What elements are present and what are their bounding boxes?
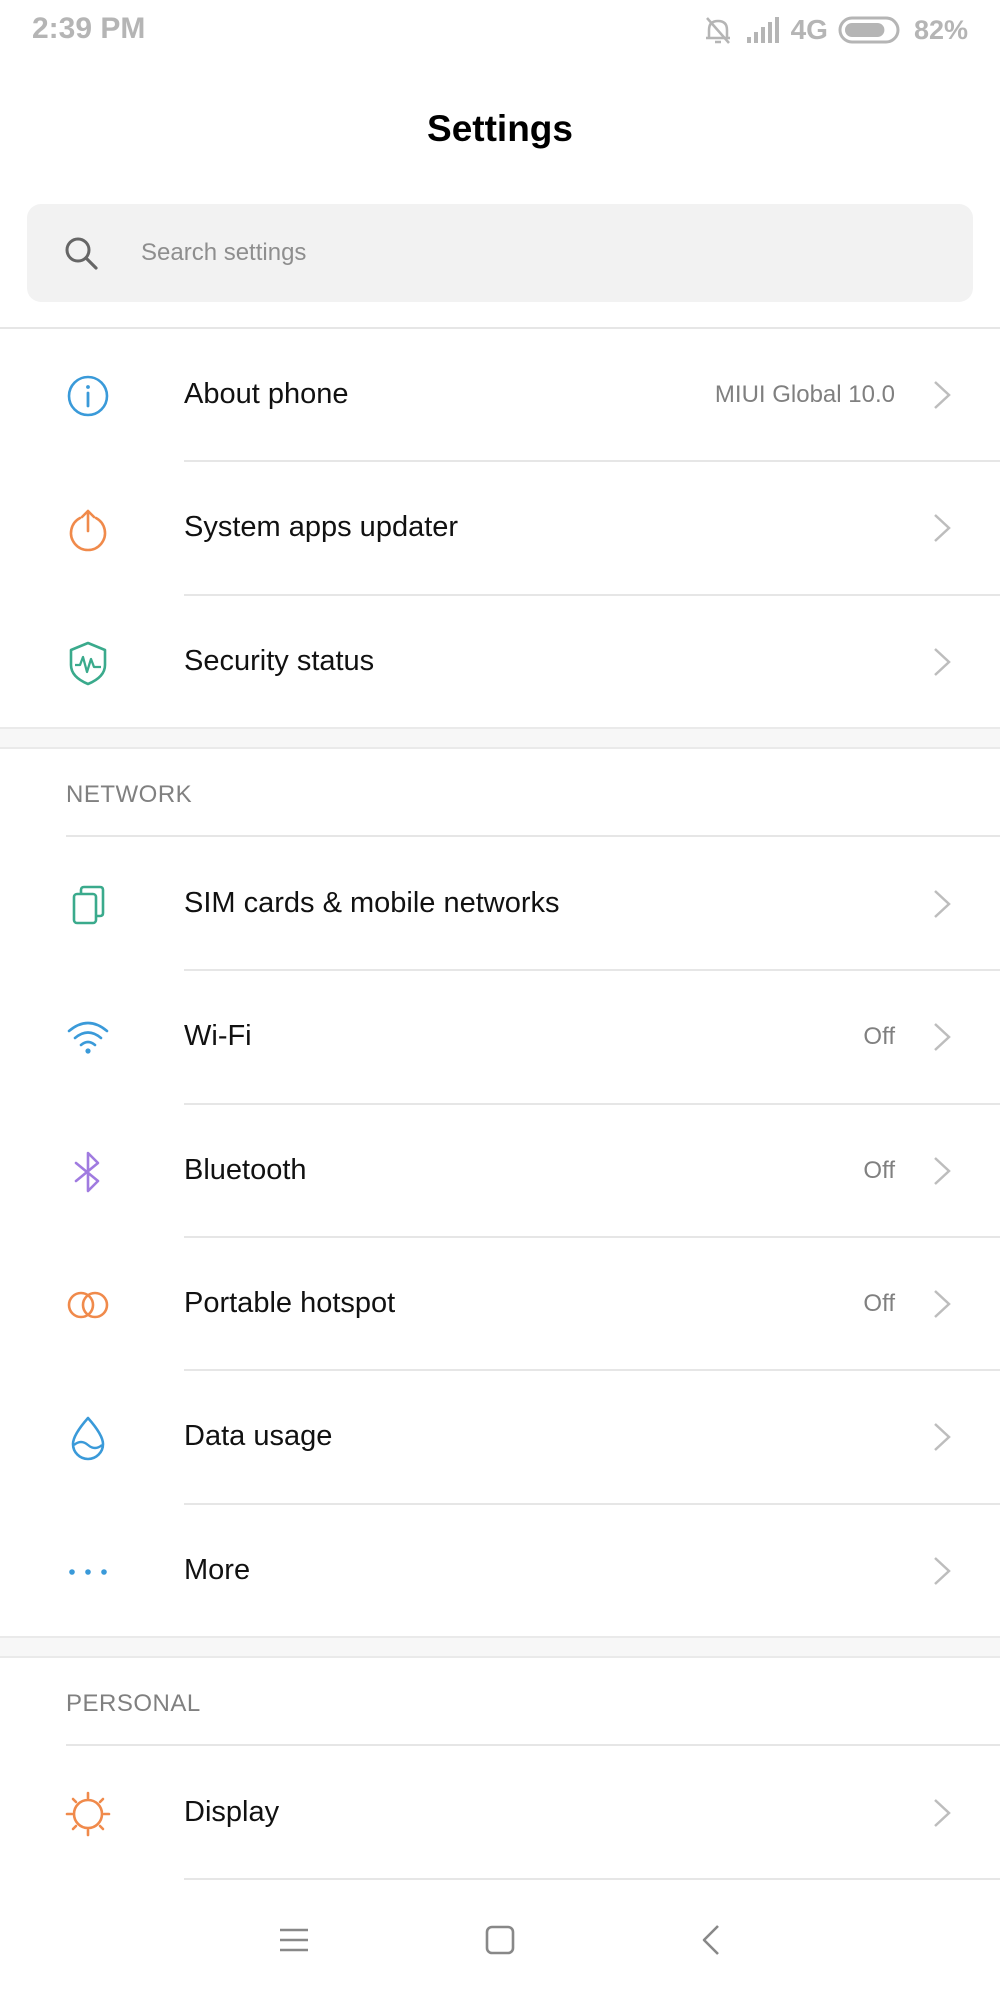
back-button[interactable] — [681, 1910, 741, 1970]
about-phone-item[interactable]: About phone MIUI Global 10.0 — [0, 328, 1000, 461]
battery-percent: 82% — [913, 14, 968, 45]
upload-icon — [69, 509, 107, 552]
wifi-item[interactable]: Wi-Fi Off — [0, 970, 1000, 1103]
chevron-right-icon — [934, 890, 951, 918]
bluetooth-item[interactable]: Bluetooth Off — [0, 1104, 1000, 1237]
wifi-icon — [67, 1021, 109, 1054]
chevron-right-icon — [934, 648, 951, 676]
more-icon — [69, 1569, 107, 1575]
sim-icon — [72, 885, 105, 925]
item-label: Data usage — [184, 1420, 333, 1452]
section-separator — [0, 1636, 1000, 1658]
item-label: Bluetooth — [184, 1154, 307, 1186]
battery-icon — [838, 16, 900, 44]
home-icon — [485, 1925, 515, 1955]
section-header-network: NETWORK — [66, 781, 193, 808]
section-separator — [0, 727, 1000, 749]
section-header-personal: PERSONAL — [66, 1690, 201, 1717]
sim-cards-item[interactable]: SIM cards & mobile networks — [0, 837, 1000, 970]
chevron-right-icon — [934, 1799, 951, 1827]
chevron-right-icon — [934, 1423, 951, 1451]
home-button[interactable] — [470, 1910, 530, 1970]
item-label: SIM cards & mobile networks — [184, 887, 560, 919]
shield-icon — [69, 641, 107, 686]
item-label: More — [184, 1554, 251, 1586]
chevron-right-icon — [934, 1157, 951, 1185]
search-icon — [65, 237, 98, 270]
info-icon — [67, 375, 109, 417]
navigation-bar — [0, 1880, 1000, 2000]
portable-hotspot-item[interactable]: Portable hotspot Off — [0, 1237, 1000, 1370]
more-item[interactable]: More — [0, 1504, 1000, 1637]
page-title: Settings — [427, 108, 573, 149]
item-label: System apps updater — [184, 511, 459, 543]
network-type: 4G — [790, 14, 828, 45]
search-input[interactable] — [141, 204, 941, 302]
data-usage-item[interactable]: Data usage — [0, 1370, 1000, 1503]
bluetooth-icon — [74, 1151, 100, 1193]
chevron-right-icon — [934, 381, 951, 409]
chevron-right-icon — [934, 514, 951, 542]
system-apps-updater-item[interactable]: System apps updater — [0, 461, 1000, 594]
sun-icon — [65, 1791, 111, 1837]
status-icons: 4G 82% — [701, 10, 968, 50]
back-icon — [702, 1925, 719, 1955]
drop-icon — [71, 1416, 105, 1461]
display-item[interactable]: Display — [0, 1746, 1000, 1879]
item-label: Security status — [184, 645, 375, 677]
item-label: About phone — [184, 378, 349, 410]
chevron-right-icon — [934, 1023, 951, 1051]
menu-icon — [280, 1928, 308, 1952]
status-bar: 2:39 PM 4G 82% — [0, 0, 1000, 62]
item-value: Off — [863, 1157, 895, 1184]
status-time: 2:39 PM — [32, 12, 146, 45]
item-value: MIUI Global 10.0 — [714, 381, 895, 408]
item-value: Off — [863, 1290, 895, 1317]
security-status-item[interactable]: Security status — [0, 595, 1000, 728]
chevron-right-icon — [934, 1557, 951, 1585]
search-bar[interactable] — [27, 204, 973, 302]
mute-icon — [705, 17, 730, 44]
hotspot-icon — [67, 1291, 109, 1319]
item-label: Wi-Fi — [184, 1020, 252, 1052]
chevron-right-icon — [934, 1290, 951, 1318]
item-label: Display — [184, 1796, 280, 1828]
signal-icon — [746, 17, 779, 43]
item-value: Off — [863, 1023, 895, 1050]
item-label: Portable hotspot — [184, 1287, 396, 1319]
menu-button[interactable] — [264, 1910, 324, 1970]
